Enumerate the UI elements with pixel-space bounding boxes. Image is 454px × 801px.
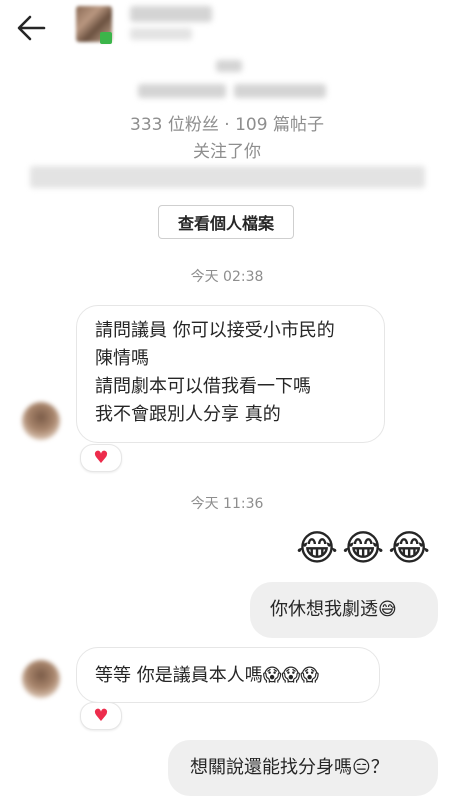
blurred-mutual-followers	[30, 166, 425, 188]
blurred-profile-line-left	[138, 84, 226, 98]
heart-icon: ♥	[93, 705, 109, 726]
message-text: 你休想我劇透	[270, 599, 378, 620]
outgoing-emoji-message[interactable]: 😂😂😂	[296, 528, 434, 574]
blurred-status	[130, 28, 192, 40]
outgoing-message-bubble[interactable]: 想關說還能找分身嗎😑？	[168, 740, 438, 796]
heart-icon: ♥	[93, 447, 109, 468]
follows-you-label: 关注了你	[193, 142, 261, 162]
view-profile-button[interactable]: 查看個人檔案	[158, 205, 294, 239]
message-line: 請問議員 你可以接受小市民的	[95, 320, 335, 341]
sender-avatar[interactable]	[22, 402, 60, 440]
message-timestamp: 今天 02:38	[190, 269, 264, 285]
sweat-smile-icon: 😅	[378, 599, 397, 620]
active-status-indicator	[100, 32, 112, 44]
blurred-profile-line-right	[234, 84, 326, 98]
message-line: 陳情嗎	[95, 348, 149, 369]
incoming-message-bubble[interactable]: 請問議員 你可以接受小市民的 陳情嗎 請問劇本可以借我看一下嗎 我不會跟別人分享…	[76, 305, 385, 443]
message-line: 請問劇本可以借我看一下嗎	[95, 376, 311, 397]
expressionless-face-icon: 😑	[352, 757, 371, 778]
message-timestamp: 今天 11:36	[190, 496, 264, 512]
message-text: 等等 你是議員本人嗎	[95, 665, 263, 686]
outgoing-message-bubble[interactable]: 你休想我劇透😅	[250, 582, 438, 638]
blurred-profile-name	[216, 60, 242, 72]
heart-reaction[interactable]: ♥	[80, 444, 122, 472]
profile-stats: 333 位粉丝 · 109 篇帖子	[130, 115, 324, 135]
heart-reaction[interactable]: ♥	[80, 702, 122, 730]
incoming-message-bubble[interactable]: 等等 你是議員本人嗎😱😱😱	[76, 647, 380, 703]
message-suffix: ？	[370, 757, 389, 778]
screaming-face-icon: 😱😱😱	[262, 665, 320, 686]
sender-avatar[interactable]	[22, 660, 60, 698]
back-button[interactable]	[14, 12, 50, 44]
message-line: 我不會跟別人分享 真的	[95, 404, 281, 425]
arrow-left-icon	[17, 15, 46, 41]
message-text: 想關說還能找分身嗎	[190, 757, 352, 778]
blurred-username	[130, 6, 212, 22]
